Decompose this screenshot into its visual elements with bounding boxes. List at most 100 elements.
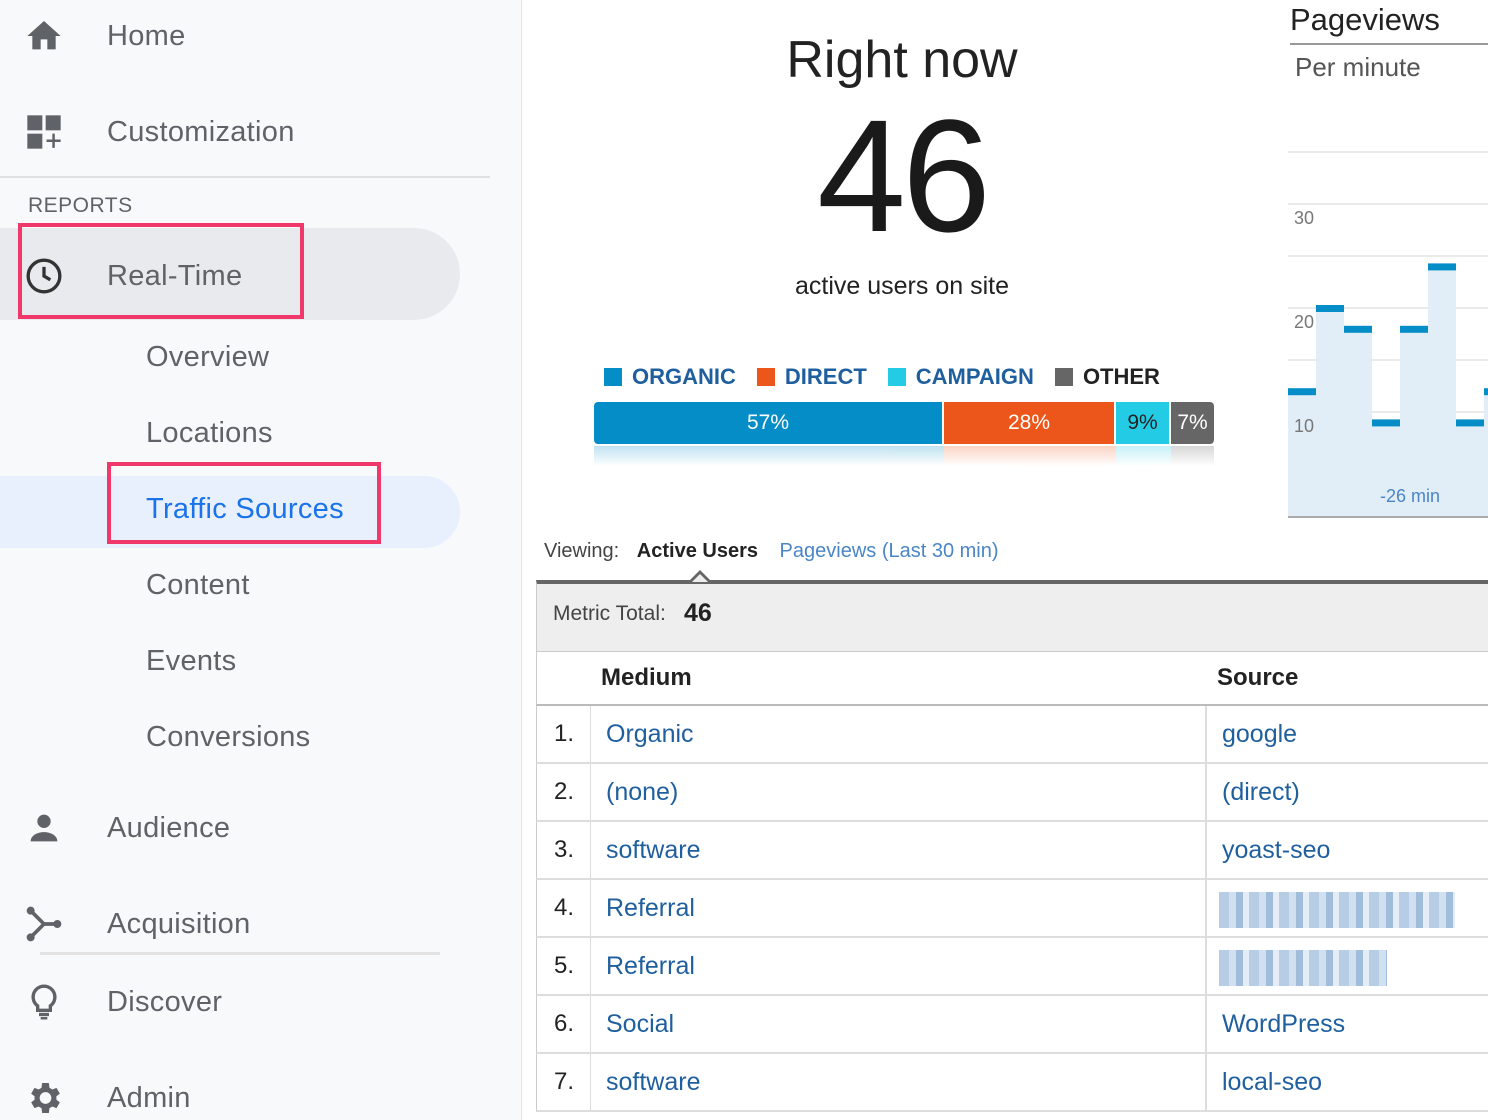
row-medium-link[interactable]: software xyxy=(606,836,700,865)
pageviews-step xyxy=(1344,325,1372,333)
nav-customization-label: Customization xyxy=(107,115,295,148)
column-separator xyxy=(1205,706,1207,762)
pageviews-chart: 10 20 30 -26 min xyxy=(1288,151,1488,518)
table-header: Medium Source xyxy=(536,652,1488,706)
table-row: 4. Referral xyxy=(536,880,1488,938)
pageviews-step xyxy=(1428,263,1456,271)
home-icon xyxy=(24,16,64,56)
sub-item-conversions[interactable]: Conversions xyxy=(146,721,311,754)
row-medium-link[interactable]: Referral xyxy=(606,894,695,923)
legend-label: ORGANIC xyxy=(632,364,736,389)
row-source-link[interactable]: google xyxy=(1222,720,1297,749)
row-medium-link[interactable]: (none) xyxy=(606,778,678,807)
split-segment: 57% xyxy=(594,402,944,444)
metric-total-bar: Metric Total: 46 xyxy=(536,580,1488,652)
column-separator xyxy=(1205,1054,1207,1110)
lightbulb-icon xyxy=(24,982,64,1022)
row-number: 4. xyxy=(537,880,591,936)
traffic-legend: ORGANIC DIRECT CAMPAIGN OTHER xyxy=(604,364,1181,390)
pageviews-step xyxy=(1484,388,1488,396)
redacted-source xyxy=(1219,950,1387,986)
pageviews-step xyxy=(1456,419,1484,427)
sub-item-content[interactable]: Content xyxy=(146,569,250,602)
legend-label: DIRECT xyxy=(784,364,867,389)
table-row: 1. Organic google xyxy=(536,706,1488,764)
table-row: 7. software local-seo xyxy=(536,1054,1488,1112)
row-source-link[interactable]: (direct) xyxy=(1222,778,1300,807)
column-separator xyxy=(1205,938,1207,994)
row-number: 2. xyxy=(537,764,591,820)
active-users-count: 46 xyxy=(817,86,991,265)
highlight-realtime xyxy=(18,223,304,319)
row-medium-link[interactable]: Social xyxy=(606,1010,674,1039)
column-separator xyxy=(1205,822,1207,878)
traffic-split-fade xyxy=(594,446,1214,466)
split-segment: 28% xyxy=(944,402,1116,444)
legend-swatch xyxy=(604,368,622,386)
column-separator xyxy=(1205,996,1207,1052)
traffic-split-bar: 57% 28% 9% 7% xyxy=(594,402,1214,444)
table-row: 5. Referral xyxy=(536,938,1488,996)
viewing-pointer-inner xyxy=(692,574,708,582)
legend-item: CAMPAIGN xyxy=(887,364,1034,390)
row-source-link[interactable]: local-seo xyxy=(1222,1068,1322,1097)
pageviews-title: Pageviews xyxy=(1290,2,1440,37)
sub-item-events[interactable]: Events xyxy=(146,645,236,678)
legend-item: OTHER xyxy=(1054,364,1160,390)
dashboard-add-icon xyxy=(24,112,64,152)
split-segment: 7% xyxy=(1171,402,1214,444)
sidebar-divider xyxy=(0,176,490,178)
table-row: 2. (none) (direct) xyxy=(536,764,1488,822)
person-icon xyxy=(24,808,64,848)
column-header-source[interactable]: Source xyxy=(1217,664,1298,692)
legend-swatch xyxy=(756,368,775,386)
acquisition-divider xyxy=(40,952,440,955)
legend-item: ORGANIC xyxy=(604,364,736,390)
sub-item-locations[interactable]: Locations xyxy=(146,417,273,450)
split-segment: 9% xyxy=(1116,402,1171,444)
viewing-pageviews-link[interactable]: Pageviews (Last 30 min) xyxy=(780,540,999,562)
metric-total-value: 46 xyxy=(684,599,712,627)
column-separator xyxy=(1205,764,1207,820)
nav-audience-label: Audience xyxy=(107,811,231,844)
row-number: 7. xyxy=(537,1054,591,1110)
nav-acquisition-label: Acquisition xyxy=(107,907,251,940)
acquisition-icon xyxy=(24,904,64,944)
row-number: 1. xyxy=(537,706,591,762)
gear-icon xyxy=(24,1078,64,1118)
metric-total-label: Metric Total: xyxy=(553,602,666,625)
y-tick-label: 10 xyxy=(1294,416,1314,436)
row-medium-link[interactable]: Referral xyxy=(606,952,695,981)
pageviews-step xyxy=(1316,305,1344,312)
nav-admin-label: Admin xyxy=(107,1081,191,1114)
pageviews-step xyxy=(1400,325,1428,333)
y-tick-label: 30 xyxy=(1294,208,1314,228)
y-tick-label: 20 xyxy=(1294,312,1314,332)
row-number: 5. xyxy=(537,938,591,994)
viewing-label: Viewing: xyxy=(544,540,620,562)
row-number: 3. xyxy=(537,822,591,878)
pageviews-area xyxy=(1288,266,1488,518)
column-header-medium[interactable]: Medium xyxy=(601,664,692,692)
table-row: 6. Social WordPress xyxy=(536,996,1488,1054)
right-now-title: Right now xyxy=(786,31,1018,89)
sub-item-overview[interactable]: Overview xyxy=(146,341,269,374)
viewing-row: Viewing: Active Users Pageviews (Last 30… xyxy=(544,540,999,563)
column-separator xyxy=(1205,880,1207,936)
x-tick-label: -26 min xyxy=(1380,486,1440,506)
pageviews-title-rule xyxy=(1290,43,1488,45)
row-medium-link[interactable]: Organic xyxy=(606,720,694,749)
row-medium-link[interactable]: software xyxy=(606,1068,700,1097)
pageviews-subtitle: Per minute xyxy=(1295,52,1421,82)
sidebar: Home Customization REPORTS Real-Time Ove… xyxy=(0,0,522,1120)
redacted-source xyxy=(1219,892,1455,928)
row-source-link[interactable]: WordPress xyxy=(1222,1010,1345,1039)
legend-item: DIRECT xyxy=(756,364,867,390)
reports-section-label: REPORTS xyxy=(28,194,133,217)
legend-label: OTHER xyxy=(1082,364,1160,389)
nav-discover-label: Discover xyxy=(107,985,223,1018)
row-source-link[interactable]: yoast-seo xyxy=(1222,836,1330,865)
legend-swatch xyxy=(1054,368,1073,386)
legend-swatch xyxy=(887,368,906,386)
viewing-active-users-tab[interactable]: Active Users xyxy=(637,540,758,562)
